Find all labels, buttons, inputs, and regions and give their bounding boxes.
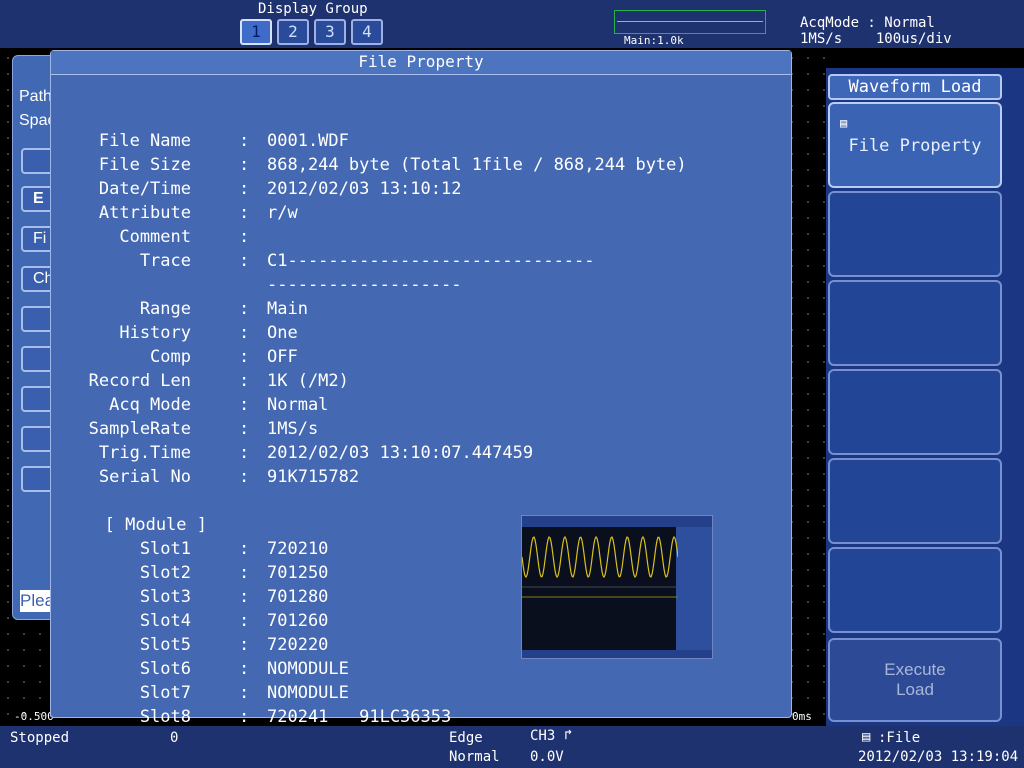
path-label: Path bbox=[19, 88, 52, 105]
module-header-row: [ Module ] bbox=[51, 489, 751, 535]
dialog-title: File Property bbox=[51, 51, 791, 75]
main-zoom-indicator bbox=[614, 10, 766, 34]
property-row: File Name:0001.WDF bbox=[51, 105, 751, 151]
time-axis-left-label: -0.500 bbox=[14, 710, 54, 723]
softkey-6[interactable] bbox=[828, 547, 1002, 633]
execute-load-softkey[interactable]: Execute Load bbox=[828, 638, 1002, 722]
property-row: Range: Main bbox=[51, 273, 751, 319]
colon: : bbox=[239, 467, 250, 487]
property-row: Comment: bbox=[51, 201, 751, 247]
property-row: Serial No:91K715782 bbox=[51, 441, 751, 487]
property-row: Comp: OFF bbox=[51, 321, 751, 367]
display-group-4-button[interactable]: 4 bbox=[351, 19, 383, 45]
print-icon: ▤ bbox=[862, 729, 871, 745]
acq-count: 0 bbox=[170, 730, 179, 746]
property-row: Attribute: r/w bbox=[51, 177, 751, 223]
softkey-2[interactable] bbox=[828, 191, 1002, 277]
top-header-bar: Display Group 1 2 3 4 Main:1.0k AcqMode … bbox=[0, 0, 1024, 48]
property-row: Trace: C1------------------------------ bbox=[51, 225, 751, 271]
property-row: Date/Time:2012/02/03 13:10:12 bbox=[51, 153, 751, 199]
acq-mode-readout: AcqMode : Normal bbox=[800, 15, 935, 31]
file-property-label: File Property bbox=[848, 136, 982, 156]
property-row: ------------------- bbox=[51, 249, 751, 295]
sample-rate-readout: 1MS/s 100us/div bbox=[800, 31, 952, 47]
softkey-3[interactable] bbox=[828, 280, 1002, 366]
load-label: Load bbox=[896, 680, 934, 699]
thumbnail-waveform bbox=[522, 535, 678, 598]
file-list-icon: ▤ bbox=[840, 116, 848, 130]
acq-state: Stopped bbox=[10, 730, 70, 746]
thumbnail-menu bbox=[676, 527, 712, 652]
trigger-level: 0.0V bbox=[530, 749, 564, 765]
trigger-mode: Normal bbox=[449, 749, 500, 765]
trigger-type: Edge bbox=[449, 730, 483, 746]
zoom-indicator-line bbox=[617, 21, 763, 22]
display-group-label: Display Group bbox=[258, 1, 368, 17]
property-row: File Size:868,244 byte (Total 1file / 86… bbox=[51, 129, 751, 175]
main-zoom-label: Main:1.0k bbox=[624, 34, 684, 47]
thumbnail-header bbox=[522, 516, 712, 527]
save-target: :File bbox=[878, 730, 921, 746]
display-group-2-button[interactable]: 2 bbox=[277, 19, 309, 45]
trigger-source: CH3 bbox=[530, 728, 556, 744]
property-row: Record Len:1K (/M2) bbox=[51, 345, 751, 391]
menu-title: Waveform Load bbox=[828, 74, 1002, 100]
clock-datetime: 2012/02/03 13:19:04 bbox=[858, 749, 1019, 765]
rising-edge-icon: ↱ bbox=[564, 727, 573, 743]
property-row: History: One bbox=[51, 297, 751, 343]
serial-no-value: 91K715782 bbox=[267, 467, 360, 487]
display-group-3-button[interactable]: 3 bbox=[314, 19, 346, 45]
softkey-4[interactable] bbox=[828, 369, 1002, 455]
property-row: SampleRate:1MS/s bbox=[51, 393, 751, 439]
property-row: Acq Mode: Normal bbox=[51, 369, 751, 415]
waveform-thumbnail bbox=[521, 515, 713, 659]
softkey-5[interactable] bbox=[828, 458, 1002, 544]
execute-label: Execute bbox=[884, 660, 946, 679]
file-property-dialog: File Property File Name:0001.WDF File Si… bbox=[50, 50, 792, 727]
serial-no-label: Serial No bbox=[98, 467, 191, 487]
display-group-1-button[interactable]: 1 bbox=[240, 19, 272, 45]
execute-load-label: Execute Load bbox=[830, 660, 1000, 700]
slot-row: Slot7: NOMODULE bbox=[51, 657, 751, 703]
file-property-softkey[interactable]: ▤ File Property bbox=[828, 102, 1002, 188]
time-axis-right-label: 0ms bbox=[792, 710, 812, 723]
slot-row: Slot8:720241 91LC36353 bbox=[51, 681, 751, 727]
property-row: Trig.Time:2012/02/03 13:10:07.447459 bbox=[51, 417, 751, 463]
status-bar: Stopped 0 Edge Normal CH3 ↱ 0.0V ▤ :File… bbox=[0, 726, 1024, 768]
